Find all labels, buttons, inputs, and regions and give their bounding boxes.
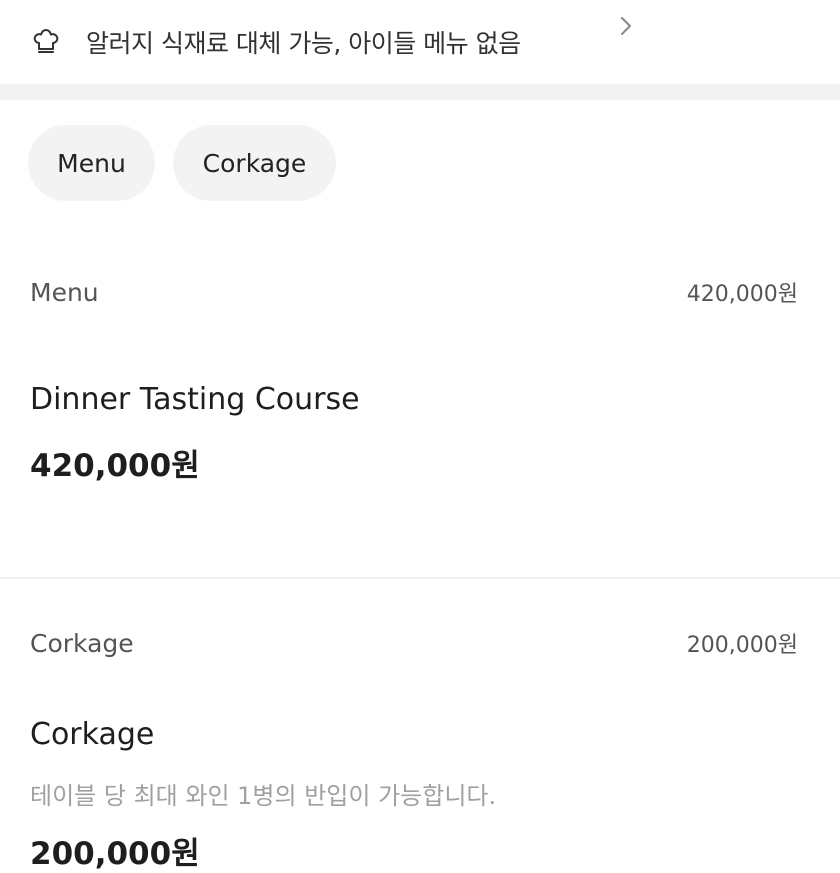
section-price: 200,000원: [686, 633, 798, 658]
chevron-right-icon: [612, 12, 640, 40]
chef-hat-icon: [30, 25, 62, 57]
item-name: Corkage: [30, 717, 155, 752]
section-divider: [0, 84, 840, 100]
item-price: 200,000원: [30, 836, 200, 872]
chip-menu[interactable]: Menu: [28, 125, 155, 201]
notice-text: 알러지 식재료 대체 가능, 아이들 메뉴 없음: [86, 29, 521, 58]
item-price: 420,000원: [30, 448, 200, 484]
section-price: 420,000원: [686, 282, 798, 307]
item-name: Dinner Tasting Course: [30, 382, 360, 417]
item-description: 테이블 당 최대 와인 1병의 반입이 가능합니다.: [30, 782, 497, 810]
section-title: Menu: [30, 278, 99, 307]
corkage-section-header: Corkage 200,000원: [30, 627, 798, 659]
item-divider: [0, 577, 840, 579]
menu-section-header: Menu 420,000원: [30, 276, 798, 308]
chip-corkage[interactable]: Corkage: [173, 125, 336, 201]
category-chips: Menu Corkage: [28, 125, 336, 201]
section-title: Corkage: [30, 629, 134, 658]
notice-row[interactable]: 알러지 식재료 대체 가능, 아이들 메뉴 없음: [0, 0, 840, 84]
